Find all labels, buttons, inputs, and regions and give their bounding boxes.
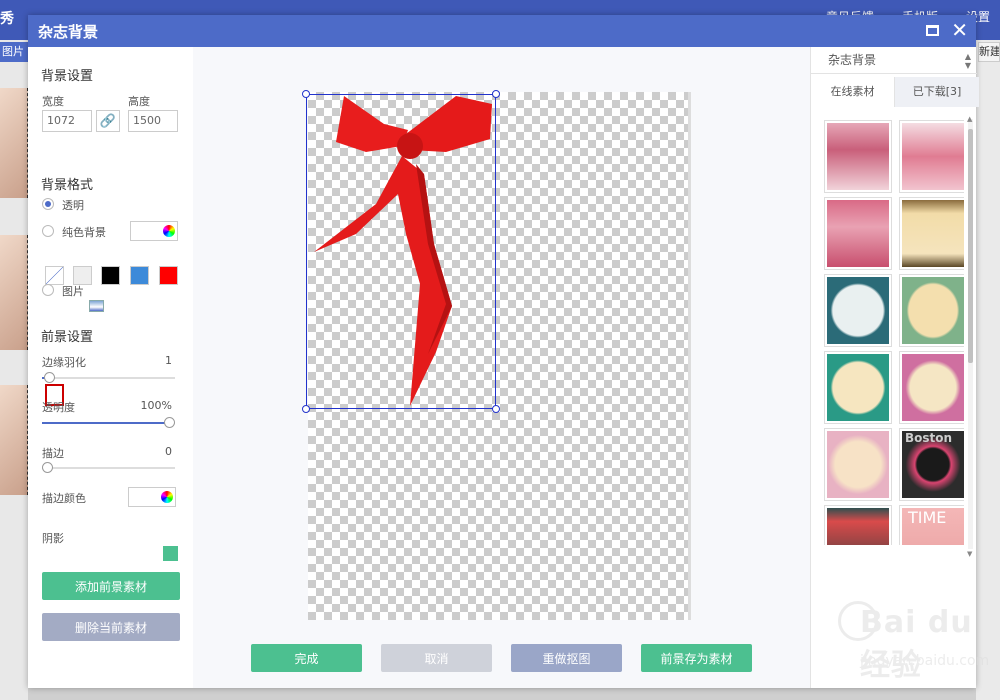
resize-handle-top-right[interactable] (492, 90, 500, 98)
app-photo-thumb[interactable] (0, 88, 28, 198)
material-thumb[interactable] (824, 197, 892, 270)
materials-panel: 杂志背景 ▲ ▼ 在线素材 已下载[3] Boston TIME ▲ ▼ (810, 47, 979, 688)
cancel-button[interactable]: 取消 (381, 644, 492, 672)
color-wheel-icon (163, 225, 175, 237)
stroke-slider-thumb[interactable] (42, 462, 53, 473)
redo-cutout-button[interactable]: 重做抠图 (511, 644, 622, 672)
app-photo-thumb[interactable] (0, 385, 28, 495)
material-thumb[interactable] (824, 274, 892, 347)
scroll-up-icon[interactable]: ▲ (967, 115, 972, 123)
fg-settings-title: 前景设置 (41, 330, 94, 345)
canvas-shadow (688, 92, 691, 620)
material-thumb[interactable] (824, 120, 892, 193)
image-bg-label: 图片 (62, 285, 84, 298)
material-thumb[interactable] (899, 120, 964, 193)
category-select-value: 杂志背景 (828, 53, 877, 67)
material-list: Boston TIME (819, 117, 964, 545)
shadow-label: 阴影 (42, 532, 64, 545)
opacity-slider[interactable] (42, 417, 175, 428)
stroke-slider[interactable] (42, 462, 175, 473)
opacity-value: 100% (140, 399, 172, 412)
app-bottom-bar (28, 688, 976, 700)
maximize-icon[interactable] (926, 24, 940, 36)
opacity-label: 透明度 (42, 401, 75, 414)
materials-scroll-thumb[interactable] (968, 129, 973, 363)
save-foreground-button[interactable]: 前景存为素材 (641, 644, 752, 672)
watermark-url: jingyan.baidu.com (860, 653, 990, 669)
stroke-value: 0 (165, 445, 172, 458)
tab-downloaded[interactable]: 已下载[3] (895, 77, 979, 107)
link-ratio-button[interactable]: 🔗 (96, 110, 120, 132)
select-arrows-icon: ▲ ▼ (964, 52, 971, 70)
swatch-blue[interactable] (130, 266, 149, 285)
shadow-toggle[interactable] (163, 546, 178, 561)
feather-label: 边缘羽化 (42, 356, 86, 369)
app-title: 秀 (0, 11, 14, 27)
tab-online-materials[interactable]: 在线素材 (811, 77, 895, 107)
height-input[interactable]: 1500 (128, 110, 178, 132)
material-thumb[interactable] (824, 351, 892, 424)
resize-handle-bottom-right[interactable] (492, 405, 500, 413)
width-input[interactable]: 1072 (42, 110, 92, 132)
feather-value: 1 (165, 354, 172, 367)
dialog-title: 杂志背景 (38, 22, 99, 41)
close-icon[interactable]: ✕ (951, 20, 968, 40)
app-right-column (976, 40, 1000, 700)
scroll-down-icon[interactable]: ▼ (967, 550, 972, 558)
transparent-radio[interactable] (42, 198, 54, 210)
solid-bg-label: 纯色背景 (62, 226, 106, 239)
delete-foreground-button[interactable]: 删除当前素材 (42, 613, 180, 641)
magazine-background-dialog: 杂志背景 ✕ 背景设置 宽度 高度 1072 🔗 1500 背景格式 透明 纯色… (28, 15, 979, 688)
material-thumb[interactable]: TIME (899, 505, 964, 545)
material-thumb[interactable] (899, 274, 964, 347)
watermark-brand: Bai du 经验 (860, 605, 973, 683)
material-thumb[interactable] (899, 197, 964, 270)
stroke-label: 描边 (42, 447, 64, 460)
swatch-red[interactable] (159, 266, 178, 285)
resize-handle-bottom-left[interactable] (302, 405, 310, 413)
stroke-color-label: 描边颜色 (42, 492, 86, 505)
opacity-slider-fill (42, 422, 170, 424)
stroke-color-picker[interactable] (128, 487, 176, 507)
canvas-area (193, 47, 810, 688)
width-label: 宽度 (42, 95, 64, 108)
transparent-label: 透明 (62, 199, 84, 212)
app-photo-thumb[interactable] (0, 235, 28, 350)
material-thumb[interactable] (899, 351, 964, 424)
dialog-header: 杂志背景 ✕ (28, 15, 976, 47)
app-left-tab[interactable]: 图片 (0, 42, 28, 62)
material-thumb[interactable] (824, 428, 892, 501)
material-thumb[interactable] (824, 505, 892, 545)
add-foreground-button[interactable]: 添加前景素材 (42, 572, 180, 600)
baidu-watermark: Bai du 经验 jingyan.baidu.com (780, 601, 989, 685)
image-icon (89, 300, 104, 312)
settings-panel: 背景设置 宽度 高度 1072 🔗 1500 背景格式 透明 纯色背景 图片 前… (28, 47, 193, 688)
link-icon: 🔗 (99, 113, 117, 129)
material-overlay-boston: Boston (902, 431, 964, 498)
resize-handle-top-left[interactable] (302, 90, 310, 98)
bg-format-title: 背景格式 (41, 178, 94, 193)
solid-color-picker[interactable] (130, 221, 178, 241)
bg-settings-title: 背景设置 (41, 69, 94, 84)
selection-box[interactable] (306, 94, 496, 409)
material-thumb[interactable]: Boston (899, 428, 964, 501)
image-bg-radio[interactable] (42, 284, 54, 296)
feather-slider-thumb[interactable] (44, 372, 55, 383)
category-select[interactable]: 杂志背景 ▲ ▼ (811, 47, 977, 74)
done-button[interactable]: 完成 (251, 644, 362, 672)
solid-bg-radio[interactable] (42, 225, 54, 237)
app-new-button[interactable]: 新建 (978, 42, 1000, 62)
color-wheel-icon (161, 491, 173, 503)
height-label: 高度 (128, 95, 150, 108)
header-icons: ✕ (926, 20, 968, 40)
opacity-slider-thumb[interactable] (164, 417, 175, 428)
swatch-black[interactable] (101, 266, 120, 285)
material-overlay-time: TIME (902, 508, 964, 545)
feather-slider[interactable] (42, 372, 175, 383)
